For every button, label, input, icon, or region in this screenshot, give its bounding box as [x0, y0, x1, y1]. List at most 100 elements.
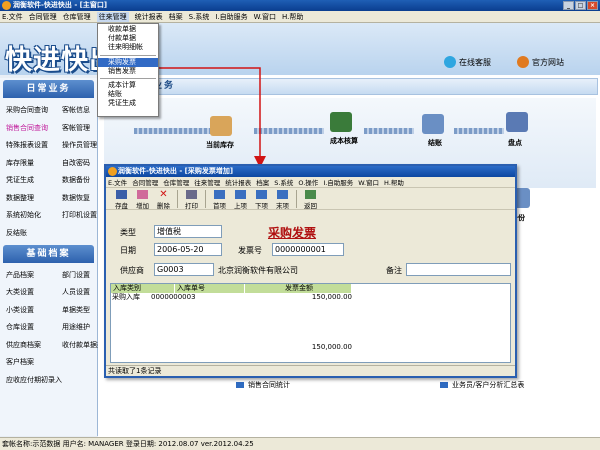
maximize-button[interactable]: □ [575, 1, 586, 10]
app-icon [108, 167, 117, 176]
link-salesman-summary[interactable]: 业务员/客户分析汇总表 [440, 380, 524, 390]
sidebar-daily-item-5[interactable]: 操作员管理 [62, 140, 102, 150]
menu-contract[interactable]: 合同管理 [29, 12, 57, 22]
sidebar-daily-item-12[interactable]: 系统初始化 [6, 210, 62, 220]
delete-button[interactable]: ✕ 删除 [153, 190, 174, 211]
child-menu-file[interactable]: E.文件 [108, 177, 127, 187]
child-menu-warehouse[interactable]: 仓库管理 [163, 177, 189, 187]
settle-icon[interactable] [422, 114, 444, 134]
menu-item-payment[interactable]: 付款单据 [98, 34, 158, 43]
disk-icon [116, 190, 127, 199]
sidebar-archive-item-1[interactable]: 部门设置 [62, 270, 102, 280]
menu-item-cost-calc[interactable]: 成本计算 [98, 81, 158, 90]
menu-item-purchase-invoice[interactable]: 采购发票 [98, 57, 158, 67]
add-button[interactable]: 增加 [132, 190, 153, 210]
child-status-bar: 共读取了1条记录 [106, 365, 515, 376]
status-bar: 套帐名称:示范数据 用户名: MANAGER 登录日期: 2012.08.07 … [0, 437, 600, 450]
sidebar-daily-item-1[interactable]: 客帐信息 [62, 105, 102, 115]
online-service-link[interactable]: 在线客服 [444, 56, 491, 68]
official-site-link[interactable]: 官方网站 [517, 56, 564, 68]
child-menu-archive[interactable]: 档案 [256, 177, 269, 187]
child-menu-help[interactable]: H.帮助 [384, 177, 404, 187]
sidebar-archive-item-13 [62, 375, 102, 385]
child-menu-system[interactable]: S.系统 [274, 177, 293, 187]
sidebar-archive-item-5[interactable]: 单据类型 [62, 305, 102, 315]
menu-file[interactable]: E.文件 [2, 12, 23, 22]
headset-icon [444, 56, 456, 68]
flow-arrow [364, 128, 414, 134]
sidebar-daily-item-15 [62, 228, 102, 238]
child-toolbar: 存盘 增加 ✕ 删除 打印 首项 上项 下项 末项 返回 [106, 188, 515, 210]
menu-item-ledger[interactable]: 往来明细帐 [98, 43, 158, 52]
return-icon [305, 190, 316, 199]
flow-arrow [454, 128, 504, 134]
sidebar-archive-item-3[interactable]: 人员设置 [62, 287, 102, 297]
sidebar-daily-item-14[interactable]: 反结账 [6, 228, 62, 238]
sidebar-daily-item-10[interactable]: 数据整理 [6, 193, 62, 203]
sidebar-daily-item-0[interactable]: 采购合同查询 [6, 105, 62, 115]
remark-field[interactable] [406, 263, 511, 276]
child-menu-window[interactable]: W.窗口 [358, 177, 379, 187]
sidebar-daily-item-4[interactable]: 特殊报表设置 [6, 140, 62, 150]
cost-icon[interactable] [330, 112, 352, 132]
menu-warehouse[interactable]: 仓库管理 [63, 12, 91, 22]
child-menu-operate[interactable]: O.操作 [298, 177, 318, 187]
supplier-code-field[interactable]: G0003 [154, 263, 214, 276]
grid-total: 150,000.00 [311, 343, 352, 351]
sidebar-daily-item-7[interactable]: 自改密码 [62, 158, 102, 168]
menu-reports[interactable]: 统计报表 [135, 12, 163, 22]
menu-system[interactable]: S.系统 [189, 12, 210, 22]
sidebar-archive-item-12[interactable]: 应收应付期初录入 [6, 375, 62, 385]
save-button[interactable]: 存盘 [111, 190, 132, 210]
sidebar-archive-item-6[interactable]: 仓库设置 [6, 322, 62, 332]
close-button[interactable]: × [587, 1, 598, 10]
type-label: 类型 [120, 228, 136, 237]
prev-icon [235, 190, 246, 199]
sidebar-archive-item-0[interactable]: 产品档案 [6, 270, 62, 280]
first-button[interactable]: 首项 [209, 190, 230, 210]
child-menu-selfservice[interactable]: I.自助服务 [323, 177, 353, 187]
stocktake-icon[interactable] [506, 112, 528, 132]
minimize-button[interactable]: _ [563, 1, 574, 10]
link-sales-contract-stats[interactable]: 销售合同统计 [236, 380, 290, 390]
toolbar-separator [177, 190, 178, 208]
sidebar-archive-item-10[interactable]: 客户档案 [6, 357, 62, 367]
type-field[interactable]: 增值税 [154, 225, 222, 238]
last-button[interactable]: 末项 [272, 190, 293, 210]
menu-item-receipt[interactable]: 收款单据 [98, 25, 158, 34]
child-menu-reports[interactable]: 统计报表 [225, 177, 251, 187]
sidebar-archive-item-9[interactable]: 收付款单据类 [62, 340, 104, 350]
sidebar-archive-header: 基础档案 [3, 244, 94, 263]
sidebar-daily-item-2[interactable]: 销售合同查询 [6, 123, 62, 133]
sidebar-archive-item-8[interactable]: 供应商档案 [6, 340, 62, 350]
return-button[interactable]: 返回 [300, 190, 321, 210]
print-button[interactable]: 打印 [181, 190, 202, 210]
menu-separator [100, 54, 156, 56]
prev-button[interactable]: 上项 [230, 190, 251, 210]
menu-archive[interactable]: 档案 [169, 12, 183, 22]
table-row[interactable]: 采购入库 0000000003 150,000.00 [111, 293, 510, 303]
sidebar-daily-item-11[interactable]: 数据恢复 [62, 193, 102, 203]
sidebar-daily-item-8[interactable]: 凭证生成 [6, 175, 62, 185]
sidebar-daily-items: 采购合同查询 客帐信息 销售合同查询 客帐管理 特殊报表设置 操作员管理 库存限量 自改密码凭… [0, 98, 97, 242]
sidebar-daily-item-9[interactable]: 数据备份 [62, 175, 102, 185]
child-menu-contract[interactable]: 合同管理 [132, 177, 158, 187]
menu-window[interactable]: W.窗口 [254, 12, 276, 22]
invoice-no-field[interactable]: 0000000001 [272, 243, 344, 256]
printer-icon [186, 190, 197, 199]
sidebar-archive-item-2[interactable]: 大类设置 [6, 287, 62, 297]
sidebar-daily-item-13[interactable]: 打印机设置 [62, 210, 102, 220]
child-menu-accounts[interactable]: 往来管理 [194, 177, 220, 187]
sidebar-archive-item-7[interactable]: 用途维护 [62, 322, 102, 332]
next-button[interactable]: 下项 [251, 190, 272, 210]
menu-item-sales-invoice[interactable]: 销售发票 [98, 67, 158, 76]
menu-item-voucher[interactable]: 凭证生成 [98, 99, 158, 108]
date-field[interactable]: 2006-05-20 [154, 243, 222, 256]
sidebar-daily-item-6[interactable]: 库存限量 [6, 158, 62, 168]
menu-accounts[interactable]: 往来管理 [96, 11, 129, 22]
menu-help[interactable]: H.帮助 [282, 12, 303, 22]
sidebar-daily-item-3[interactable]: 客帐管理 [62, 123, 102, 133]
sidebar-archive-item-4[interactable]: 小类设置 [6, 305, 62, 315]
menu-item-settle[interactable]: 结账 [98, 90, 158, 99]
menu-selfservice[interactable]: I.自助服务 [215, 12, 247, 22]
